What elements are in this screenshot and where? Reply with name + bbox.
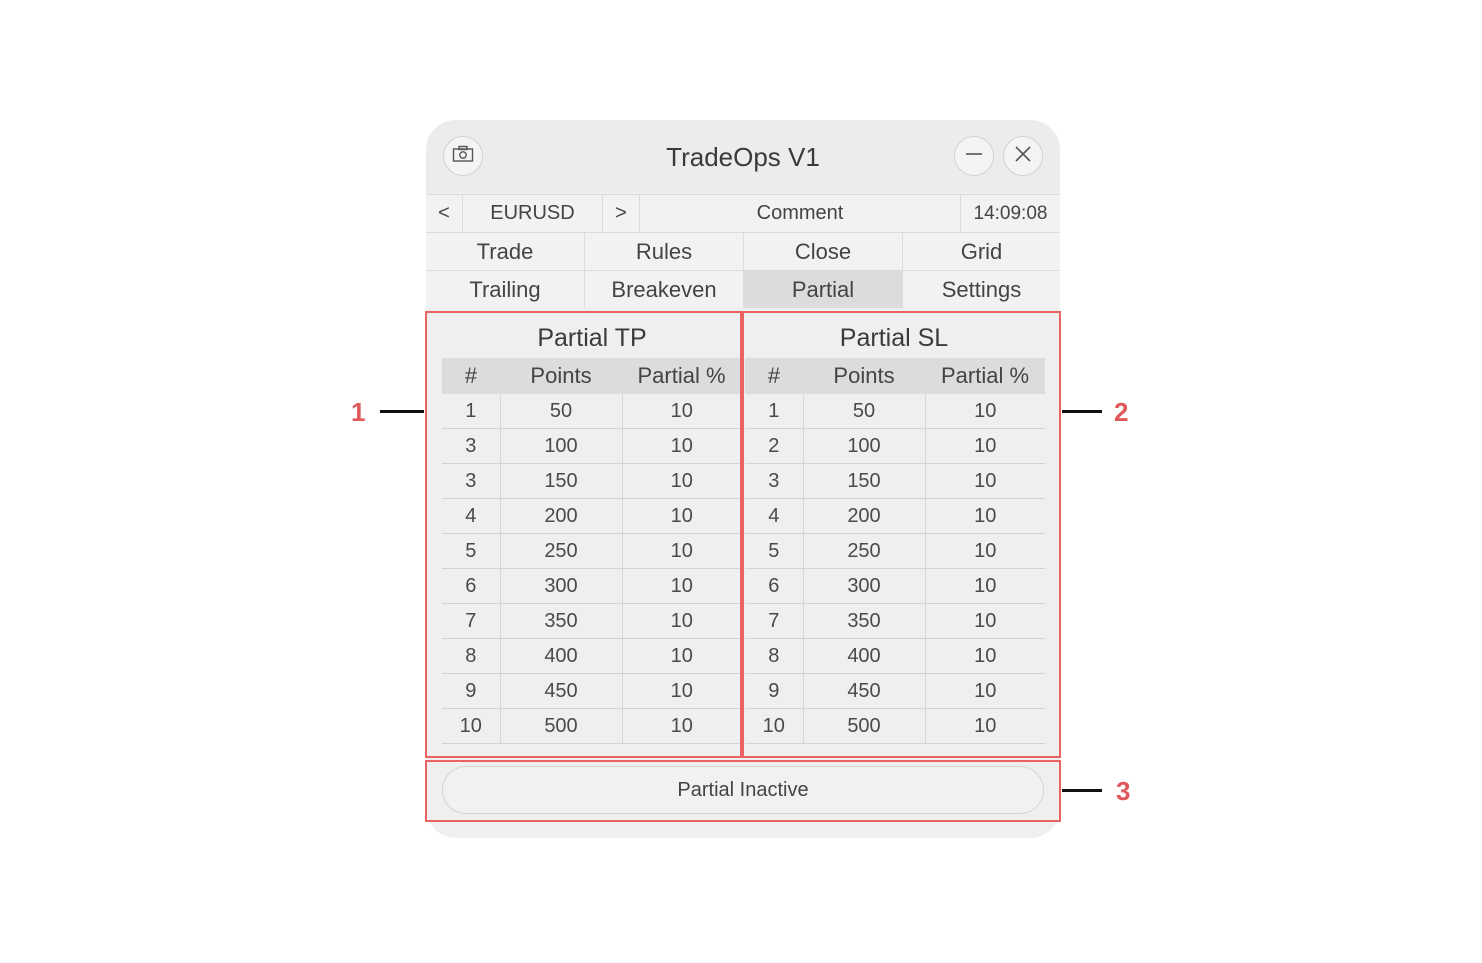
tab-settings[interactable]: Settings	[903, 270, 1060, 308]
tab-row-1: Trade Rules Close Grid	[426, 232, 1060, 270]
symbol-bar: < EURUSD > Comment 14:09:08	[426, 194, 1060, 232]
minimize-icon	[964, 144, 984, 169]
tab-breakeven[interactable]: Breakeven	[585, 270, 744, 308]
tab-close[interactable]: Close	[744, 232, 903, 270]
callout-line-1	[380, 410, 424, 413]
highlight-box-2	[742, 311, 1061, 758]
callout-number-3: 3	[1116, 776, 1131, 806]
tab-rules[interactable]: Rules	[585, 232, 744, 270]
callout-line-2	[1062, 410, 1102, 413]
minimize-button[interactable]	[954, 136, 994, 176]
comment-field[interactable]: Comment	[640, 194, 961, 232]
next-symbol-button[interactable]: >	[603, 194, 640, 232]
tab-partial[interactable]: Partial	[744, 270, 903, 308]
callout-line-3	[1062, 789, 1102, 792]
tab-grid[interactable]: Grid	[903, 232, 1060, 270]
callout-number-1: 1	[351, 397, 366, 427]
highlight-box-1	[425, 311, 742, 758]
close-icon	[1013, 144, 1033, 169]
title-bar: TradeOps V1	[426, 120, 1060, 192]
prev-symbol-button[interactable]: <	[426, 194, 463, 232]
highlight-box-3	[425, 760, 1061, 822]
callout-number-2: 2	[1114, 397, 1129, 427]
tab-row-2: Trailing Breakeven Partial Settings	[426, 270, 1060, 308]
close-button[interactable]	[1003, 136, 1043, 176]
tab-trade[interactable]: Trade	[426, 232, 585, 270]
server-time: 14:09:08	[961, 194, 1060, 232]
tab-trailing[interactable]: Trailing	[426, 270, 585, 308]
symbol-selector[interactable]: EURUSD	[463, 194, 603, 232]
